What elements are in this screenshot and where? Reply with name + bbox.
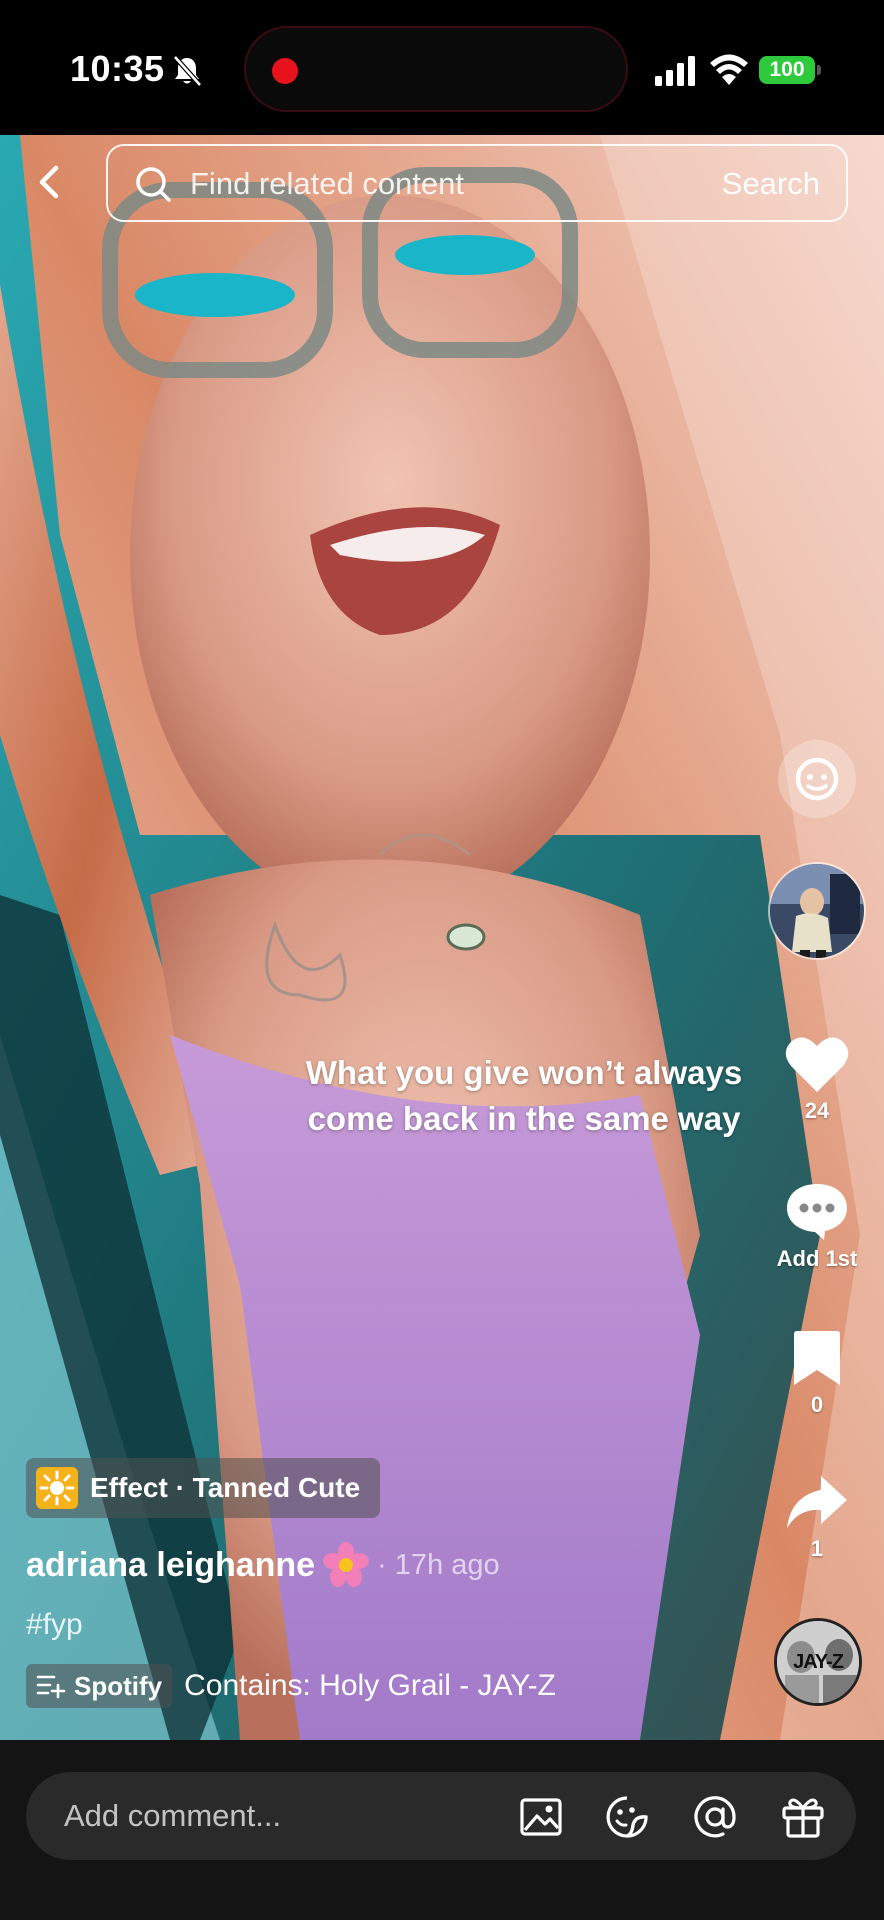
at-mention-icon[interactable] xyxy=(692,1794,738,1840)
bookmark-count: 0 xyxy=(810,1392,824,1417)
music-text: Contains: Holy Grail - JAY-Z xyxy=(184,1669,556,1702)
music-disc[interactable]: JAY-Z xyxy=(774,1618,862,1706)
music-disc-text: JAY-Z xyxy=(793,1651,844,1673)
username-row: adriana leighanne · 17h ago xyxy=(26,1540,500,1590)
hashtag-link[interactable]: #fyp xyxy=(26,1608,83,1642)
sparkle-effect-icon xyxy=(36,1467,78,1509)
bell-slash-icon xyxy=(173,55,202,87)
effect-label: Effect · Tanned Cute xyxy=(90,1472,361,1503)
share-count: 1 xyxy=(810,1536,824,1561)
status-bar: 10:35 100 xyxy=(0,0,884,135)
comment-area xyxy=(0,1740,884,1920)
search-icon xyxy=(136,167,171,202)
bookmark-icon xyxy=(794,1331,840,1385)
wifi-icon xyxy=(710,54,748,85)
effect-chip[interactable]: Effect · Tanned Cute xyxy=(26,1458,381,1518)
comment-input[interactable] xyxy=(64,1794,464,1838)
comment-bar[interactable] xyxy=(26,1772,856,1860)
bookmark-button[interactable]: 0 xyxy=(780,1328,854,1418)
avatar-image xyxy=(770,864,864,958)
face-effect-icon xyxy=(795,757,839,801)
like-count: 24 xyxy=(804,1098,830,1123)
video-caption: What you give won’t always come back in … xyxy=(305,1054,743,1137)
recording-dot-icon xyxy=(272,58,298,84)
share-arrow-icon xyxy=(787,1476,847,1528)
spotify-chip[interactable]: Spotify xyxy=(26,1664,173,1708)
cellular-signal-icon xyxy=(655,56,695,86)
search-button[interactable]: Search xyxy=(722,166,820,202)
heart-icon xyxy=(785,1037,849,1092)
emoji-sticker-icon[interactable] xyxy=(604,1794,650,1840)
username[interactable]: adriana leighanne xyxy=(26,1546,315,1585)
comment-button[interactable]: Add 1st xyxy=(770,1180,864,1272)
gift-icon[interactable] xyxy=(780,1794,826,1840)
status-time: 10:35 xyxy=(70,48,165,89)
creator-avatar[interactable] xyxy=(768,862,866,960)
dynamic-island xyxy=(244,26,628,112)
spotify-label: Spotify xyxy=(74,1670,163,1701)
battery-nub xyxy=(817,65,821,75)
comment-count: Add 1st xyxy=(776,1246,858,1271)
post-timestamp: · 17h ago xyxy=(377,1548,500,1581)
search-bar[interactable]: Search xyxy=(106,144,848,222)
music-row[interactable]: Spotify Contains: Holy Grail - JAY-Z xyxy=(26,1664,556,1708)
back-chevron-icon[interactable] xyxy=(28,160,72,204)
comment-bubble-icon xyxy=(787,1184,847,1240)
face-effect-button[interactable] xyxy=(778,740,856,818)
search-input[interactable] xyxy=(190,164,670,204)
flower-emoji-icon xyxy=(323,1542,370,1587)
battery-icon: 100 xyxy=(759,56,815,84)
share-button[interactable]: 1 xyxy=(780,1472,854,1562)
image-icon[interactable] xyxy=(518,1794,564,1840)
add-to-playlist-icon xyxy=(36,1675,66,1699)
like-button[interactable]: 24 xyxy=(780,1034,854,1124)
